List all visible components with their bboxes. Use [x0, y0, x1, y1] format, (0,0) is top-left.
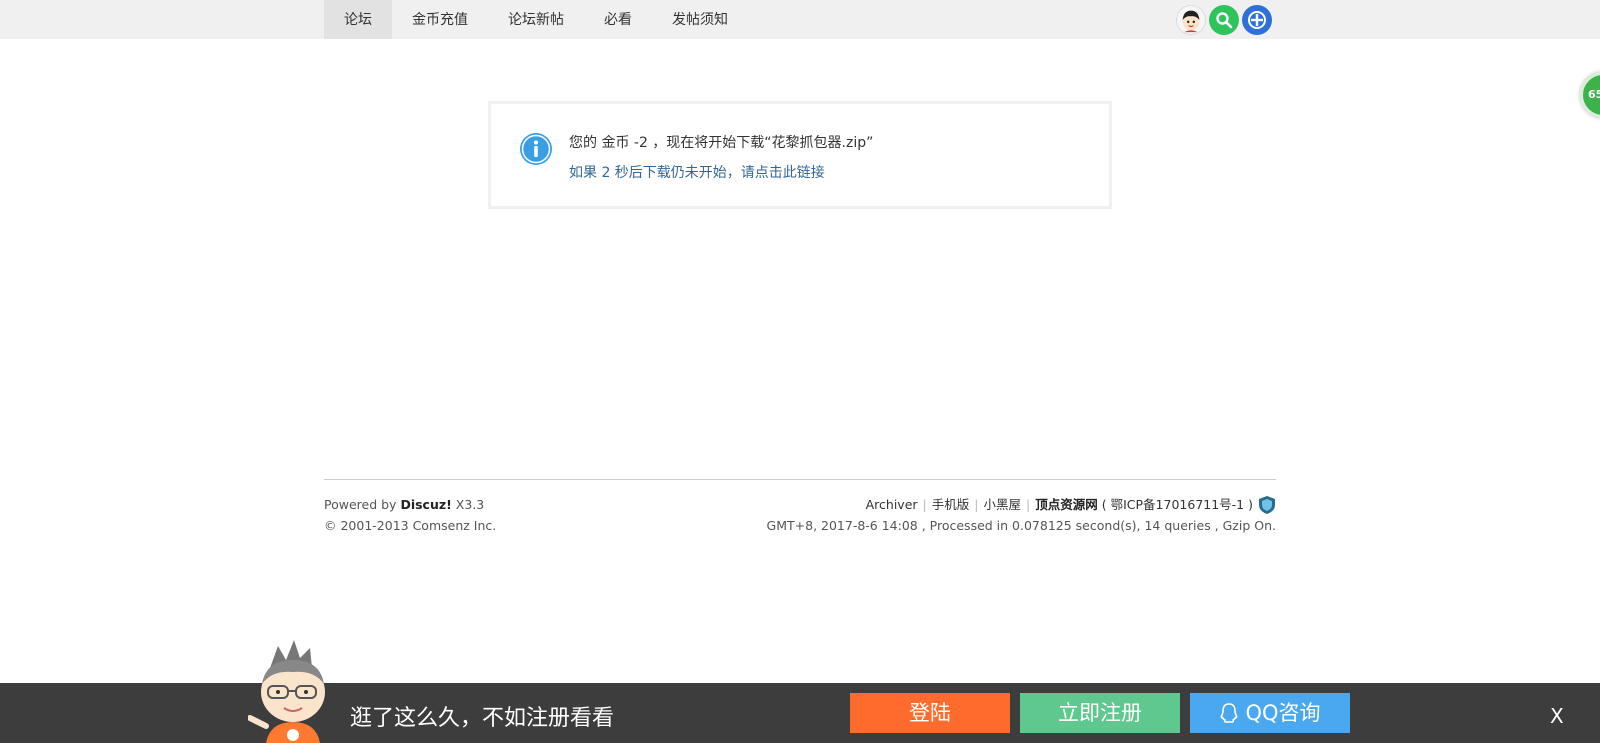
footer-separator: |: [1026, 497, 1031, 512]
footer-link-icp[interactable]: ( 鄂ICP备17016711号-1 ): [1102, 494, 1253, 515]
footer-link-archiver[interactable]: Archiver: [866, 494, 918, 515]
nav-item-must-read[interactable]: 必看: [584, 0, 652, 39]
nav-icon-group: [1176, 5, 1272, 35]
footer-link-mobile[interactable]: 手机版: [932, 494, 970, 515]
qq-consult-button[interactable]: QQ咨询: [1190, 693, 1350, 733]
manual-download-link[interactable]: 如果 2 秒后下载仍未开始，请点击此链接: [569, 162, 825, 182]
powered-prefix: Powered by: [324, 497, 401, 512]
login-button[interactable]: 登陆: [850, 693, 1010, 733]
plus-icon[interactable]: [1242, 5, 1272, 35]
powered-version: X3.3: [451, 497, 485, 512]
footer-divider: [324, 479, 1276, 480]
footer-separator: |: [922, 497, 927, 512]
download-notice-text: 您的 金币 -2 ，现在将开始下载“花黎抓包器.zip”: [569, 135, 874, 151]
shield-icon[interactable]: [1258, 495, 1276, 515]
nav-item-recharge[interactable]: 金币充值: [392, 0, 488, 39]
float-badge[interactable]: 65: [1580, 72, 1600, 118]
download-message-box: 您的 金币 -2 ，现在将开始下载“花黎抓包器.zip” 如果 2 秒后下载仍未…: [488, 101, 1112, 209]
avatar-icon[interactable]: [1176, 5, 1206, 35]
close-button[interactable]: X: [1550, 704, 1564, 728]
register-button[interactable]: 立即注册: [1020, 693, 1180, 733]
mascot-icon: [248, 640, 325, 743]
register-prompt-bar: [0, 683, 1600, 743]
search-icon[interactable]: [1209, 5, 1239, 35]
qq-icon: [1221, 703, 1238, 723]
info-icon: [520, 133, 552, 165]
footer-link-site[interactable]: 顶点资源网: [1035, 494, 1098, 515]
footer-link-blackroom[interactable]: 小黑屋: [984, 494, 1022, 515]
top-nav-bar: 论坛 金币充值 论坛新帖 必看 发帖须知: [0, 0, 1600, 39]
footer-links: Archiver | 手机版 | 小黑屋 | 顶点资源网 ( 鄂ICP备1701…: [767, 494, 1276, 515]
copyright-text: © 2001-2013 Comsenz Inc.: [324, 518, 497, 533]
footer-credits: Powered by Discuz! X3.3 © 2001-2013 Coms…: [324, 494, 496, 536]
nav-item-forum[interactable]: 论坛: [324, 0, 392, 39]
footer-stats: GMT+8, 2017-8-6 14:08 , Processed in 0.0…: [766, 518, 1276, 533]
footer-separator: |: [974, 497, 979, 512]
footer-info: Archiver | 手机版 | 小黑屋 | 顶点资源网 ( 鄂ICP备1701…: [767, 494, 1276, 536]
nav-item-new-posts[interactable]: 论坛新帖: [488, 0, 584, 39]
qq-consult-label: QQ咨询: [1245, 701, 1321, 725]
nav-item-posting-rules[interactable]: 发帖须知: [652, 0, 748, 39]
register-prompt-text: 逛了这么久，不如注册看看: [350, 706, 615, 731]
main-nav: 论坛 金币充值 论坛新帖 必看 发帖须知: [324, 0, 748, 39]
discuz-link[interactable]: Discuz!: [400, 497, 451, 512]
